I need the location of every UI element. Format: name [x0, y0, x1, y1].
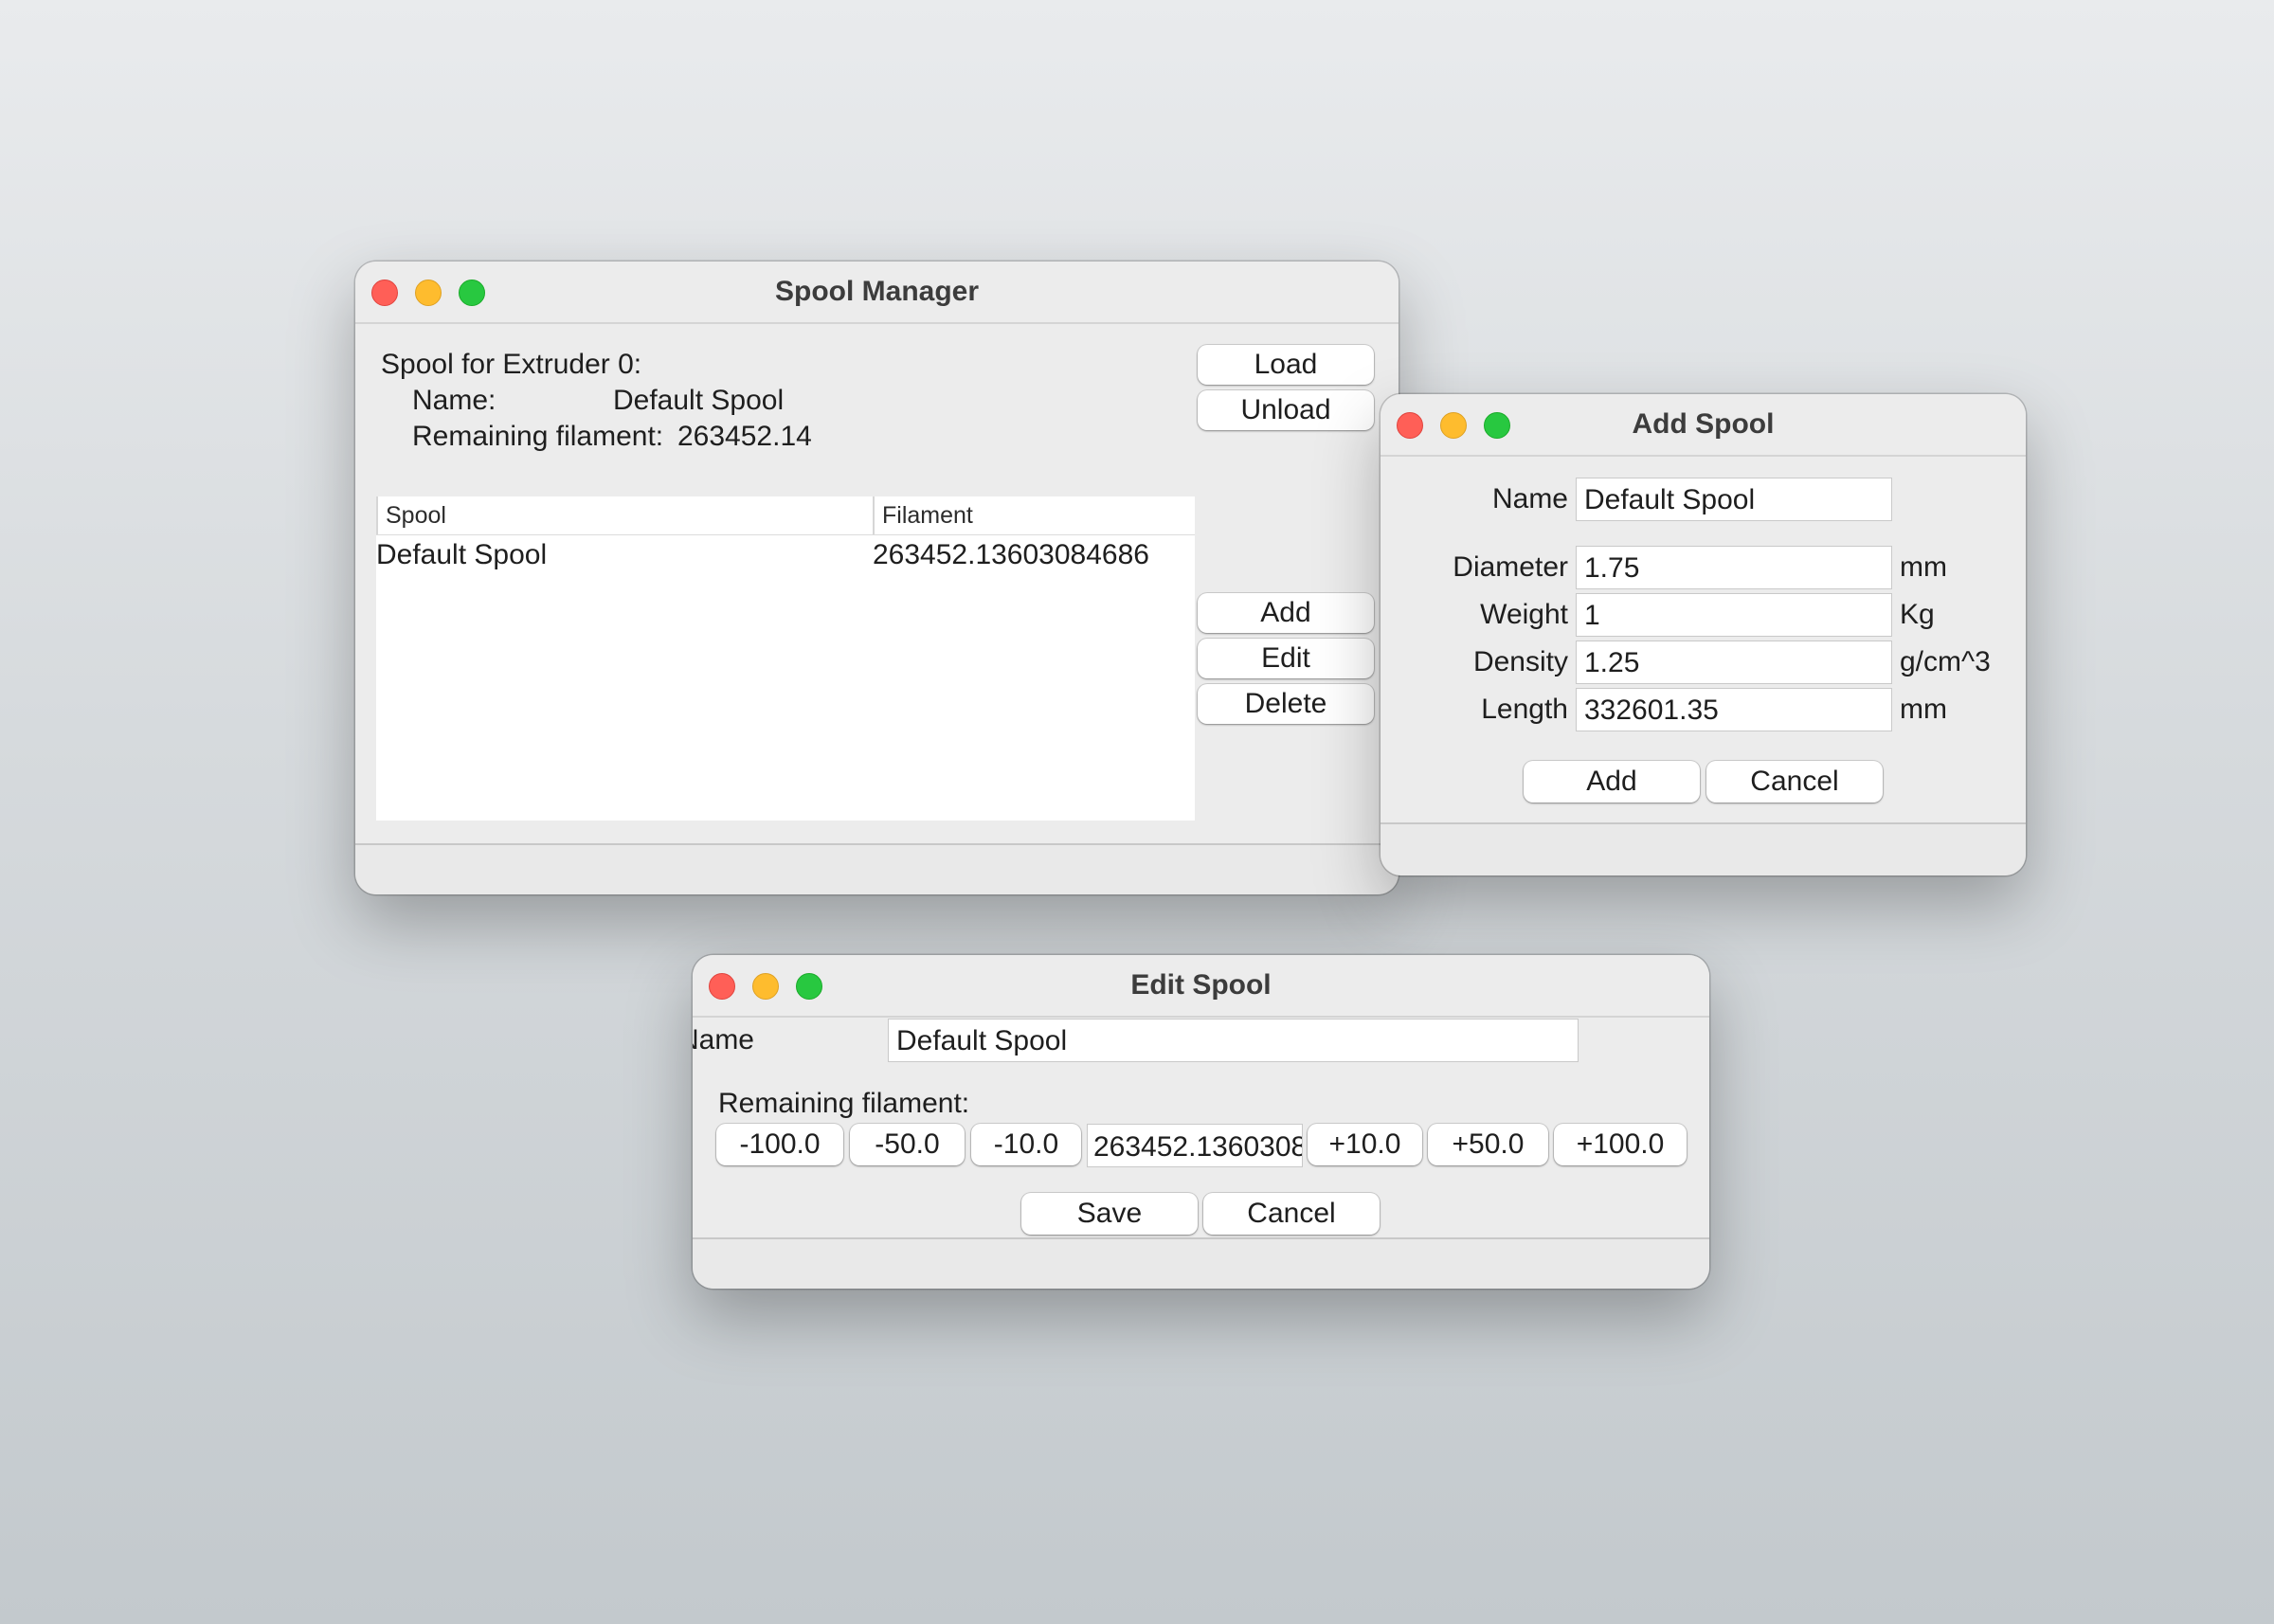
name-label: Name	[693, 1024, 754, 1056]
status-bar	[355, 843, 1399, 894]
decrease-50-button[interactable]: -50.0	[850, 1124, 965, 1165]
increase-50-button[interactable]: +50.0	[1428, 1124, 1548, 1165]
increase-100-button[interactable]: +100.0	[1554, 1124, 1687, 1165]
window-title: Edit Spool	[1130, 969, 1272, 1001]
diameter-unit: mm	[1900, 551, 1947, 583]
window-title: Spool Manager	[774, 276, 980, 307]
weight-unit: Kg	[1900, 599, 1935, 630]
cell-filament-amount: 263452.13603084686	[873, 539, 1149, 570]
density-label: Density	[1472, 646, 1568, 677]
remaining-filament-label: Remaining filament:	[718, 1088, 970, 1119]
spool-manager-titlebar[interactable]: Spool Manager	[355, 262, 1399, 324]
weight-field[interactable]: 1	[1576, 593, 1892, 637]
decrease-10-button[interactable]: -10.0	[971, 1124, 1081, 1165]
diameter-label: Diameter	[1453, 551, 1568, 583]
add-spool-confirm-button[interactable]: Add	[1524, 761, 1700, 803]
weight-label: Weight	[1480, 599, 1568, 630]
name-field[interactable]: Default Spool	[888, 1019, 1579, 1062]
diameter-field[interactable]: 1.75	[1576, 546, 1892, 589]
name-label: Name	[1491, 483, 1568, 514]
table-row[interactable]: Default Spool 263452.13603084686	[376, 535, 1195, 575]
spool-table[interactable]: Spool Filament Default Spool 263452.1360…	[376, 496, 1195, 821]
current-spool-name-value: Default Spool	[613, 385, 785, 416]
increase-10-button[interactable]: +10.0	[1308, 1124, 1422, 1165]
window-title: Add Spool	[1632, 408, 1775, 440]
length-field[interactable]: 332601.35	[1576, 688, 1892, 731]
remaining-filament-field[interactable]: 263452.13603084686	[1087, 1124, 1303, 1167]
density-unit: g/cm^3	[1900, 646, 1991, 677]
remaining-filament-value: 263452.14	[677, 421, 812, 452]
edit-button[interactable]: Edit	[1198, 639, 1374, 678]
density-field[interactable]: 1.25	[1576, 641, 1892, 684]
decrease-100-button[interactable]: -100.0	[716, 1124, 843, 1165]
add-spool-window: Add Spool Name Default Spool Diameter 1.…	[1381, 394, 2026, 875]
unload-button[interactable]: Unload	[1198, 390, 1374, 430]
edit-spool-titlebar[interactable]: Edit Spool	[693, 955, 1709, 1018]
cell-spool-name: Default Spool	[376, 539, 548, 570]
current-spool-name-label: Name:	[412, 385, 496, 416]
save-button[interactable]: Save	[1021, 1193, 1198, 1235]
spool-manager-window: Spool Manager Spool for Extruder 0: Name…	[355, 262, 1399, 894]
status-bar	[1381, 822, 2026, 875]
column-header-spool[interactable]: Spool	[376, 496, 873, 534]
length-label: Length	[1481, 694, 1568, 725]
edit-spool-cancel-button[interactable]: Cancel	[1203, 1193, 1380, 1235]
remaining-filament-label: Remaining filament:	[412, 421, 664, 452]
delete-button[interactable]: Delete	[1198, 684, 1374, 724]
load-button[interactable]: Load	[1198, 345, 1374, 385]
status-bar	[693, 1237, 1709, 1289]
column-header-filament[interactable]: Filament	[873, 496, 1195, 534]
edit-spool-window: Edit Spool Name Default Spool Remaining …	[693, 955, 1709, 1289]
length-unit: mm	[1900, 694, 1947, 725]
add-spool-titlebar[interactable]: Add Spool	[1381, 394, 2026, 457]
add-button[interactable]: Add	[1198, 593, 1374, 633]
add-spool-cancel-button[interactable]: Cancel	[1706, 761, 1883, 803]
name-field[interactable]: Default Spool	[1576, 478, 1892, 521]
extruder-heading: Spool for Extruder 0:	[381, 349, 642, 380]
